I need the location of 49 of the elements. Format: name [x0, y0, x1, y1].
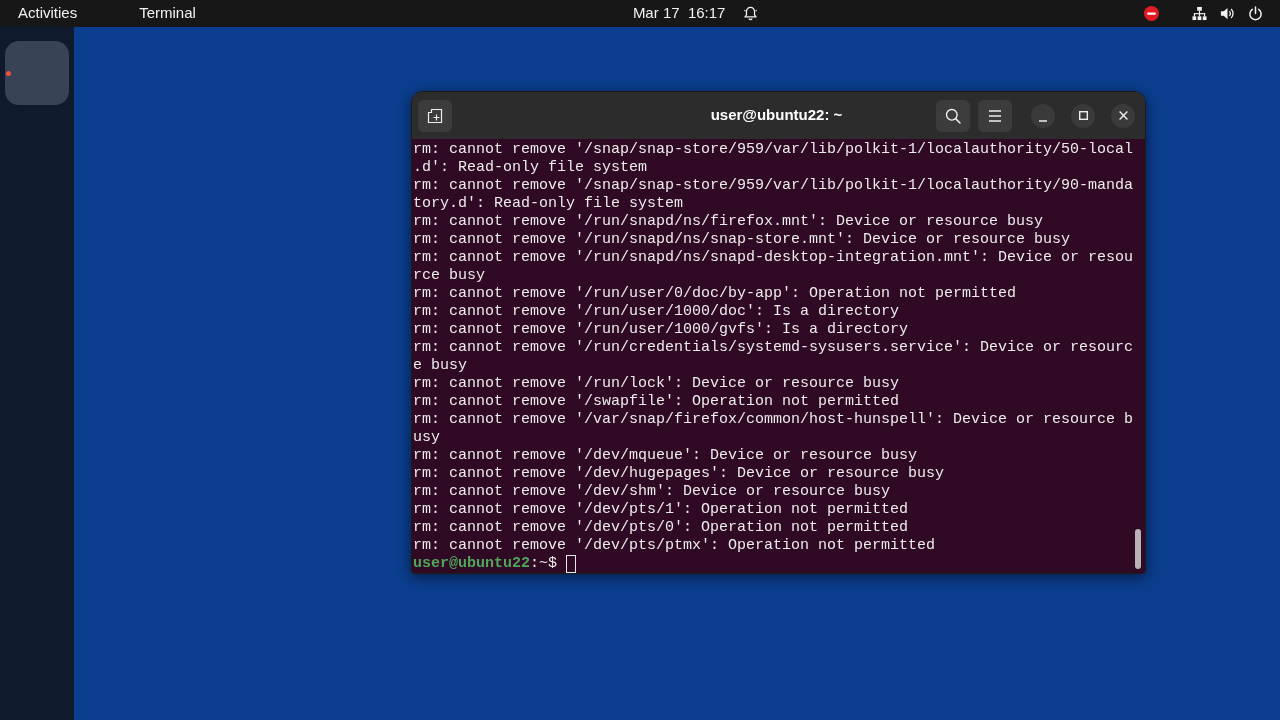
prompt-user-host: user@ubuntu22 [413, 555, 531, 573]
menu-button[interactable] [978, 99, 1012, 132]
network-icon [1192, 6, 1207, 21]
minimize-icon [1039, 119, 1047, 122]
scrollbar-thumb[interactable] [1135, 529, 1141, 569]
window-title: user@ubuntu22: ~ [710, 105, 843, 126]
output-line: e busy [413, 357, 467, 375]
new-tab-icon [427, 107, 443, 124]
output-line: rm: cannot remove '/run/user/1000/gvfs': Is a directory [413, 321, 909, 339]
output-line: rm: cannot remove '/dev/hugepages': Device or resource busy [413, 465, 945, 483]
output-line: rm: cannot remove '/dev/mqueue': Device or resource busy [413, 447, 918, 465]
output-line: rm: cannot remove '/dev/pts/0': Operation not permitted [413, 519, 909, 537]
output-line: rm: cannot remove '/dev/pts/1': Operation not permitted [413, 501, 909, 519]
power-icon [1248, 6, 1263, 21]
app-menu-button[interactable]: Terminal [127, 0, 208, 27]
output-line: rm: cannot remove '/run/user/1000/doc': Is a directory [413, 303, 900, 321]
bell-icon [743, 6, 759, 21]
close-icon [1118, 111, 1128, 120]
maximize-button[interactable] [1071, 103, 1095, 128]
prompt-path: :~$ [530, 555, 558, 573]
output-line: rm: cannot remove '/run/credentials/systemd-sysusers.service': Device or resourc [413, 339, 1134, 357]
output-line: rm: cannot remove '/run/lock': Device or resource busy [413, 375, 900, 393]
minimize-button[interactable] [1031, 103, 1055, 128]
output-line: rm: cannot remove '/snap/snap-store/959/var/lib/polkit-1/localauthority/90-manda [413, 177, 1134, 195]
clock-button[interactable]: Mar 17 16:17 [620, 0, 771, 27]
output-line: rm: cannot remove '/snap/snap-store/959/var/lib/polkit-1/localauthority/50-local [413, 141, 1134, 159]
text-cursor [566, 555, 577, 573]
output-line: rm: cannot remove '/dev/shm': Device or resource busy [413, 483, 891, 501]
output-line: rm: cannot remove '/var/snap/firefox/common/host-hunspell': Device or resource b [413, 411, 1134, 429]
search-button[interactable] [936, 99, 970, 132]
close-button[interactable] [1111, 103, 1135, 128]
output-line: rm: cannot remove '/dev/pts/ptmx': Operation not permitted [413, 537, 936, 555]
output-line: usy [413, 429, 440, 447]
maximize-icon [1078, 111, 1088, 120]
output-line: .d': Read-only file system [413, 159, 648, 177]
output-line: tory.d': Read-only file system [413, 195, 684, 213]
activities-button[interactable]: Activities [6, 0, 90, 27]
output-line: rm: cannot remove '/run/user/0/doc/by-app': Operation not permitted [413, 285, 1017, 303]
new-tab-button[interactable] [418, 99, 452, 132]
volume-icon [1220, 6, 1235, 21]
output-line: rce busy [413, 267, 485, 285]
output-line: rm: cannot remove '/run/snapd/ns/firefox.mnt': Device or resource busy [413, 213, 1044, 231]
no-entry-icon[interactable] [1144, 6, 1159, 21]
output-line: rm: cannot remove '/run/snapd/ns/snapd-desktop-integration.mnt': Device or resou [413, 249, 1134, 267]
search-icon [945, 107, 961, 124]
menu-icon [988, 109, 1002, 122]
output-line: rm: cannot remove '/run/snapd/ns/snap-store.mnt': Device or resource busy [413, 231, 1071, 249]
output-line: rm: cannot remove '/swapfile': Operation not permitted [413, 393, 900, 411]
dock-app-tile[interactable] [5, 41, 69, 105]
